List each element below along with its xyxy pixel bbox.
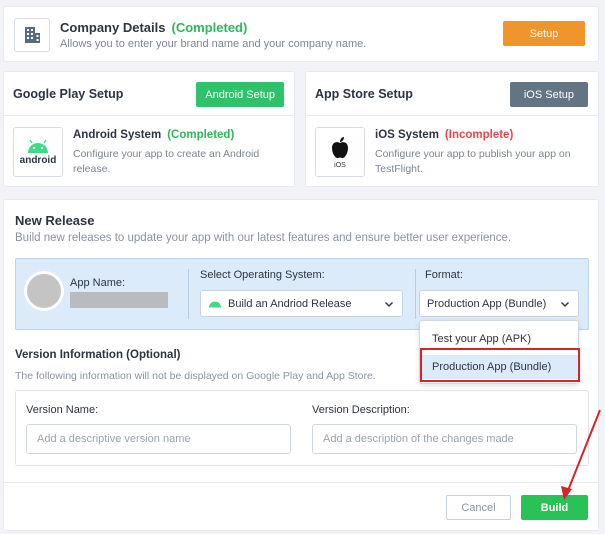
ios-system-title: iOS System: [375, 129, 439, 141]
new-release-subtitle: Build new releases to update your app wi…: [15, 232, 512, 244]
version-description-input[interactable]: [312, 424, 577, 454]
company-details-card: Company Details (Completed) Allows you to…: [3, 6, 599, 62]
format-select-value: Production App (Bundle): [427, 297, 547, 310]
divider: [188, 269, 189, 319]
ios-logo: iOS: [315, 127, 365, 177]
company-title: Company Details: [60, 20, 166, 35]
version-description-label: Version Description:: [312, 404, 410, 416]
android-robot-icon: [28, 139, 48, 153]
cancel-button[interactable]: Cancel: [446, 495, 511, 520]
building-icon: [14, 18, 50, 52]
new-release-title: New Release: [15, 213, 95, 228]
app-avatar: [24, 271, 64, 311]
android-logo: android: [13, 127, 63, 177]
version-info-box: Version Name: Version Description:: [15, 390, 589, 466]
format-select-label: Format:: [425, 269, 463, 281]
chevron-down-icon: [561, 302, 569, 307]
version-info-title: Version Information (Optional): [15, 349, 181, 361]
android-system-title-row: Android System (Completed): [73, 129, 234, 141]
ios-system-status: (Incomplete): [444, 129, 514, 141]
divider: [415, 269, 416, 319]
android-system-title: Android System: [73, 129, 162, 141]
app-name-label: App Name:: [70, 277, 126, 289]
annotation-highlight-box: [420, 348, 580, 382]
company-status: (Completed): [171, 20, 248, 35]
format-select[interactable]: Production App (Bundle): [419, 290, 579, 317]
google-play-title: Google Play Setup: [13, 87, 124, 101]
app-store-setup-card: App Store Setup iOS Setup iOS iOS System…: [305, 71, 599, 187]
ios-setup-button[interactable]: iOS Setup: [509, 82, 588, 107]
android-small-icon: [209, 301, 221, 308]
android-setup-button[interactable]: Android Setup: [196, 82, 284, 107]
app-store-title: App Store Setup: [315, 87, 413, 101]
ios-system-description: Configure your app to publish your app o…: [375, 148, 571, 175]
apple-icon: [332, 136, 348, 158]
ios-system-title-row: iOS System (Incomplete): [375, 129, 513, 141]
company-setup-button[interactable]: Setup: [503, 21, 585, 46]
google-play-setup-card: Google Play Setup Android Setup android …: [3, 71, 295, 187]
version-name-input[interactable]: [26, 424, 291, 454]
app-name-value: [70, 292, 168, 308]
company-description: Allows you to enter your brand name and …: [60, 38, 367, 50]
version-name-label: Version Name:: [26, 404, 99, 416]
version-info-subtitle: The following information will not be di…: [15, 370, 376, 382]
os-select-value: Build an Andriod Release: [228, 297, 352, 310]
os-select[interactable]: Build an Andriod Release: [200, 290, 403, 317]
android-system-status: (Completed): [167, 129, 235, 141]
ios-logo-text: iOS: [334, 161, 346, 169]
os-select-label: Select Operating System:: [200, 269, 325, 281]
company-title-row: Company Details (Completed): [60, 20, 247, 35]
chevron-down-icon: [385, 302, 393, 307]
android-system-description: Configure your app to create an Android …: [73, 148, 260, 175]
footer-divider: [4, 482, 598, 483]
app-store-header: App Store Setup iOS Setup: [306, 72, 598, 116]
build-button[interactable]: Build: [521, 495, 588, 520]
google-play-header: Google Play Setup Android Setup: [4, 72, 294, 116]
android-logo-text: android: [19, 155, 57, 166]
